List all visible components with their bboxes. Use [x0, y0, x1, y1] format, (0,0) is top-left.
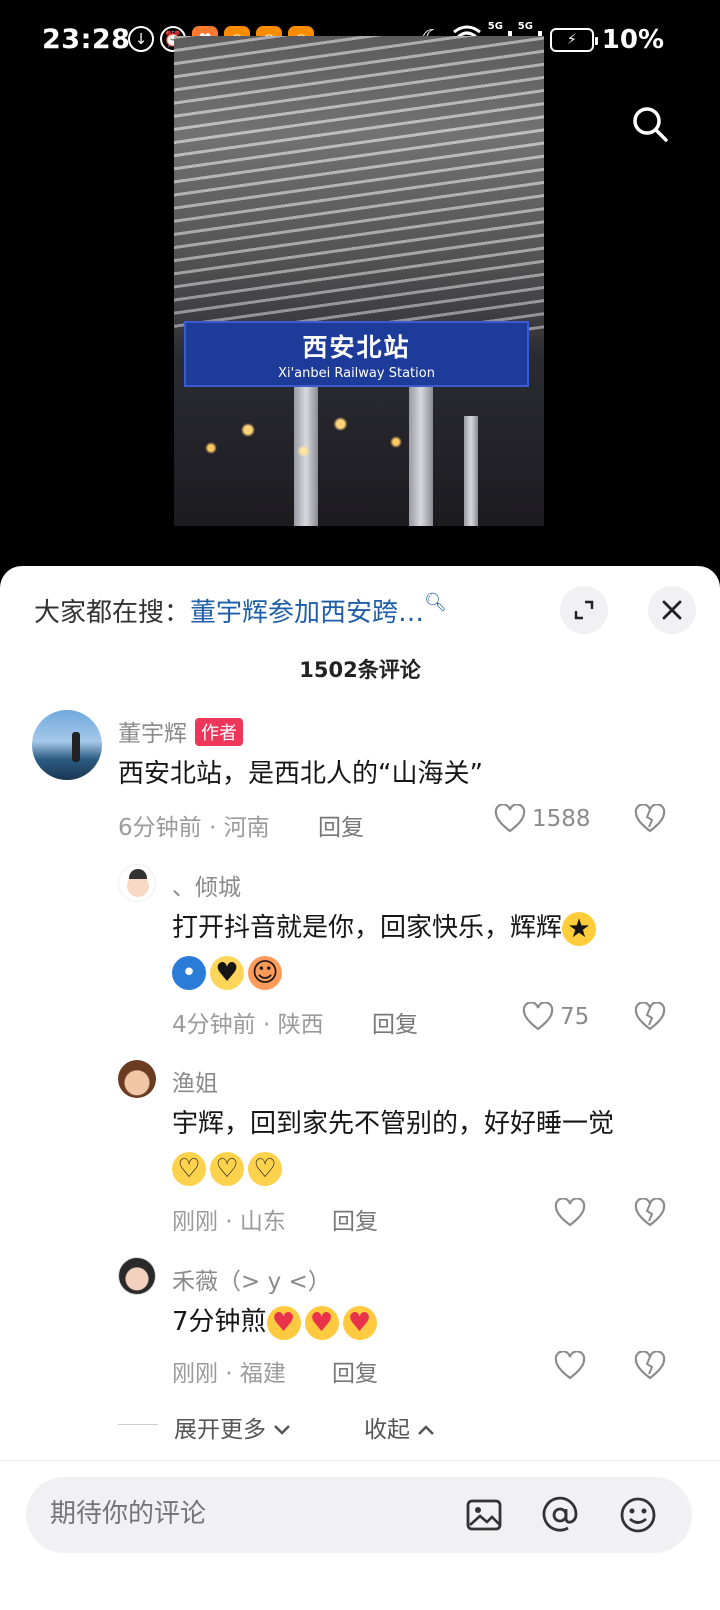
- finger-heart-emoji: ♡: [248, 1151, 282, 1186]
- hot-search[interactable]: 大家都在搜：董宇辉参加西安跨…🔍︎: [34, 592, 447, 629]
- comment-text-content: 宇辉，回到家先不管别的，好好睡一觉: [172, 1109, 615, 1139]
- station-sign-en: Xi'anbei Railway Station: [278, 366, 435, 381]
- avatar[interactable]: [32, 710, 102, 780]
- comment-input[interactable]: [50, 1499, 430, 1529]
- collapse-label: 收起: [364, 1417, 410, 1443]
- hug-emoji: ☺: [248, 955, 282, 990]
- hot-search-query[interactable]: 董宇辉参加西安跨…: [190, 598, 424, 628]
- status-time: 23:28: [42, 24, 131, 55]
- dislike-button[interactable]: [634, 1001, 666, 1036]
- comment-author-name[interactable]: 渔姐: [172, 1064, 218, 1098]
- broken-heart-icon: [634, 1001, 666, 1031]
- comment-sheet: 大家都在搜：董宇辉参加西安跨…🔍︎ 1502条评论: [0, 566, 720, 1610]
- close-button[interactable]: [648, 586, 696, 634]
- battery-icon: ⚡: [549, 27, 598, 52]
- like-button[interactable]: [554, 1198, 586, 1228]
- emoji-icon[interactable]: [618, 1495, 658, 1535]
- search-icon: 🔍︎: [424, 592, 447, 613]
- at-icon[interactable]: [540, 1495, 580, 1535]
- author-badge: 作者: [195, 718, 243, 746]
- heart-icon: [494, 804, 526, 833]
- comment-author[interactable]: 董宇辉 作者: [118, 714, 243, 748]
- like-count: 1588: [532, 806, 591, 832]
- video-lights: [174, 406, 544, 466]
- comment-count: 1502条评论: [299, 658, 421, 682]
- like-button[interactable]: 1588: [494, 804, 591, 834]
- reply-button[interactable]: 回复: [332, 1202, 378, 1236]
- divider: [118, 1424, 158, 1425]
- avatar[interactable]: [118, 1060, 156, 1098]
- comment-input-box[interactable]: [26, 1477, 692, 1553]
- finger-heart-emoji: ♡: [210, 1151, 244, 1186]
- finger-heart-emoji: ♡: [172, 1151, 206, 1186]
- hot-search-label: 大家都在搜：: [34, 598, 191, 628]
- thread-controls: 展开更多 收起: [118, 1404, 478, 1444]
- comment-author-name[interactable]: 、倾城: [172, 868, 241, 902]
- comment-author-name[interactable]: 董宇辉: [118, 721, 187, 747]
- video-ceiling: [174, 36, 544, 336]
- comment-text-content: 7分钟煎: [172, 1307, 267, 1337]
- star-struck-emoji: ★: [562, 911, 597, 946]
- comment-input-bar: [0, 1460, 720, 1610]
- reply-button[interactable]: 回复: [372, 1005, 418, 1039]
- video-player[interactable]: 西安北站 Xi'anbei Railway Station: [174, 36, 544, 526]
- broken-heart-icon: [634, 803, 666, 833]
- comment-meta: 4分钟前 · 陕西: [172, 1012, 324, 1038]
- dislike-button[interactable]: [634, 1350, 666, 1385]
- comment-meta: 刚刚 · 山东: [172, 1209, 286, 1235]
- image-icon[interactable]: [464, 1495, 504, 1535]
- close-icon: [662, 600, 682, 620]
- dislike-button[interactable]: [634, 1197, 666, 1232]
- expand-button[interactable]: [560, 586, 608, 634]
- comment-text: 打开抖音就是你，回家快乐，辉辉 ★ • ♥ ☺: [172, 906, 672, 994]
- broken-heart-icon: [634, 1197, 666, 1227]
- comment-meta: 6分钟前 · 河南: [118, 815, 270, 841]
- heart-eyes-emoji: ♥: [342, 1305, 377, 1340]
- like-button[interactable]: [554, 1351, 586, 1381]
- search-icon[interactable]: [630, 104, 670, 144]
- battery-level: 10%: [601, 24, 664, 55]
- reply-button[interactable]: 回复: [332, 1354, 378, 1388]
- comment-author-name[interactable]: 禾薇（> y <）: [172, 1262, 331, 1296]
- data-saver-icon: ↓: [128, 26, 154, 52]
- blue-face-emoji: •: [172, 955, 206, 990]
- reply-button[interactable]: 回复: [318, 808, 364, 842]
- comment-meta: 刚刚 · 福建: [172, 1361, 286, 1387]
- like-button[interactable]: 75: [522, 1002, 589, 1032]
- broken-heart-icon: [634, 1350, 666, 1380]
- heart-icon: [554, 1351, 586, 1380]
- heart-eyes-emoji: ♥: [266, 1305, 301, 1340]
- avatar[interactable]: [118, 864, 156, 902]
- heart-eyes-emoji: ♥: [304, 1305, 339, 1340]
- dislike-button[interactable]: [634, 803, 666, 838]
- comment-text: 西安北站，是西北人的“山海关”: [118, 759, 483, 789]
- network-type-1: 5G: [487, 20, 503, 32]
- expand-icon: [574, 600, 594, 620]
- station-sign-cn: 西安北站: [302, 333, 411, 362]
- like-count: 75: [560, 1004, 590, 1030]
- expand-more-button[interactable]: 展开更多: [174, 1410, 291, 1444]
- expand-more-label: 展开更多: [174, 1417, 266, 1443]
- heart-icon: [522, 1002, 554, 1031]
- chevron-down-icon: [274, 1425, 291, 1435]
- network-type-2: 5G: [517, 20, 533, 32]
- heart-hands-emoji: ♥: [210, 955, 244, 990]
- comment-text: 宇辉，回到家先不管别的，好好睡一觉 ♡ ♡ ♡: [172, 1102, 682, 1190]
- collapse-button[interactable]: 收起: [364, 1410, 435, 1444]
- chevron-up-icon: [418, 1425, 435, 1435]
- heart-icon: [554, 1198, 586, 1227]
- comment-text: 7分钟煎 ♥ ♥ ♥: [172, 1300, 381, 1344]
- station-sign: 西安北站 Xi'anbei Railway Station: [184, 321, 529, 387]
- comment-text-content: 打开抖音就是你，回家快乐，辉辉: [172, 913, 563, 943]
- avatar[interactable]: [118, 1257, 156, 1295]
